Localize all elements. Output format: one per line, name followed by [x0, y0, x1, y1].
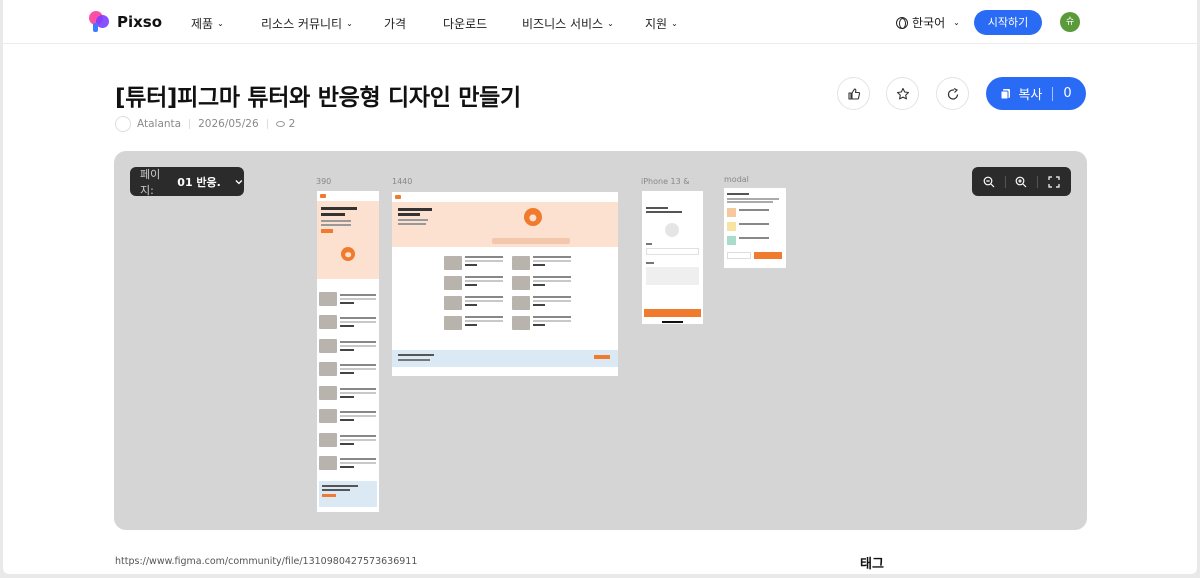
chevron-down-icon [235, 179, 243, 184]
frame-iphone[interactable] [642, 191, 703, 324]
nav-item-resources[interactable]: 리소스 커뮤니티 ⌄ [261, 15, 353, 32]
share-icon [947, 87, 958, 100]
user-avatar[interactable]: 슈 [1060, 12, 1080, 32]
chevron-down-icon: ⌄ [607, 19, 614, 28]
nav-item-support[interactable]: 지원 ⌄ [645, 15, 678, 32]
pixso-logo-icon [89, 11, 111, 33]
page-selector[interactable]: 페이지: 01 반응... [130, 167, 244, 197]
chevron-down-icon: ⌄ [953, 18, 960, 27]
zoom-toolbar [972, 167, 1071, 196]
copy-icon [1000, 88, 1011, 99]
like-icon [847, 87, 860, 100]
zoom-in-icon[interactable] [1015, 176, 1027, 188]
language-selector[interactable]: 한국어 ⌄ [896, 14, 960, 31]
browser-window: Pixso 제품 ⌄ 리소스 커뮤니티 ⌄ 가격 다운로드 비즈니스 서비스 ⌄ 지원… [3, 0, 1197, 574]
frame-desktop-1440[interactable] [392, 192, 618, 376]
figma-source-link[interactable]: https://www.figma.com/community/file/131… [115, 556, 417, 567]
nav-item-business[interactable]: 비즈니스 서비스 ⌄ [522, 15, 614, 32]
page-selector-value: 01 반응... [177, 175, 222, 189]
share-button[interactable] [936, 77, 969, 110]
nav-item-download[interactable]: 다운로드 [443, 15, 487, 32]
chevron-down-icon: ⌄ [346, 19, 353, 28]
author-avatar[interactable] [115, 116, 131, 132]
start-button[interactable]: 시작하기 [974, 10, 1042, 35]
view-count: 2 [288, 118, 296, 130]
nav-item-pricing[interactable]: 가격 [384, 15, 406, 32]
page-selector-label: 페이지: [140, 167, 161, 197]
nav-item-product[interactable]: 제품 ⌄ [191, 15, 224, 32]
file-meta: Atalanta 2026/05/26 2 [115, 116, 295, 132]
copy-label: 복사 [1018, 88, 1043, 103]
frame-modal[interactable] [724, 188, 786, 268]
globe-icon [896, 16, 908, 29]
favorite-button[interactable] [886, 77, 919, 110]
favorite-icon [896, 87, 909, 99]
author-name[interactable]: Atalanta [137, 118, 181, 130]
file-title: [튜터]피그마 튜터와 반응형 디자인 만들기 [115, 85, 521, 111]
zoom-out-icon[interactable] [983, 176, 995, 188]
frame-label-1440: 1440 [392, 177, 413, 186]
pixso-logo[interactable]: Pixso [89, 11, 162, 33]
frame-label-iphone: iPhone 13 & 1... [641, 177, 693, 186]
copy-count: 0 [1063, 86, 1072, 101]
views-icon [275, 121, 285, 127]
publish-date: 2026/05/26 [198, 118, 259, 130]
chevron-down-icon: ⌄ [671, 19, 678, 28]
brand-name: Pixso [117, 13, 163, 31]
frame-label-390: 390 [316, 177, 332, 186]
copy-button[interactable]: 복사 0 [986, 77, 1086, 110]
frame-mobile-390[interactable] [317, 191, 379, 512]
tags-heading: 태그 [860, 557, 884, 572]
like-button[interactable] [837, 77, 870, 110]
top-navigation: Pixso 제품 ⌄ 리소스 커뮤니티 ⌄ 가격 다운로드 비즈니스 서비스 ⌄ 지원… [3, 0, 1197, 44]
frame-label-modal: modal [724, 175, 749, 184]
fullscreen-icon[interactable] [1048, 175, 1060, 188]
chevron-down-icon: ⌄ [217, 19, 224, 28]
design-canvas[interactable]: 페이지: 01 반응... 390 1440 iPhone 13 & 1... … [114, 151, 1087, 530]
